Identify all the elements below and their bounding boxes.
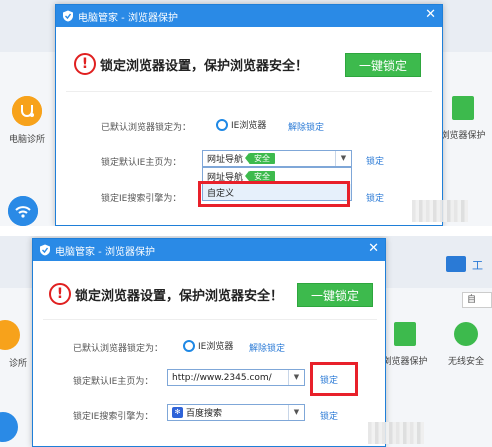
browser-protect-dialog: 电脑管家 - 浏览器保护 ✕ ! 锁定浏览器设置，保护浏览器安全！ 一键锁定 已… xyxy=(32,238,386,447)
ie-icon xyxy=(183,339,195,352)
watermark-mosaic xyxy=(368,422,424,444)
wireless-icon xyxy=(454,322,478,346)
headline-text: 锁定浏览器设置，保护浏览器安全！ xyxy=(75,288,284,304)
ie-browser-text: IE浏览器 xyxy=(198,342,234,352)
shield-logo-icon xyxy=(63,10,73,22)
headline-text: 锁定浏览器设置，保护浏览器安全！ xyxy=(100,58,309,74)
shield-logo-icon xyxy=(40,244,50,256)
divider xyxy=(43,319,377,320)
homepage-label: 锁定默认IE主页为： xyxy=(73,377,154,387)
toolbox-icon[interactable] xyxy=(446,256,466,272)
bg-tile-diagnosis[interactable]: 诊所 xyxy=(0,320,36,369)
top-screenshot-panel: 电脑诊所 浏览器保护 电脑管家 - 浏览器保护 ✕ ! 锁定浏览器设置，保护浏览… xyxy=(0,0,492,226)
default-browser-value: IE浏览器 xyxy=(216,118,266,131)
bg-tile-wifi[interactable] xyxy=(0,412,20,447)
default-browser-label: 已默认浏览器锁定为： xyxy=(101,123,192,133)
dialog-title: 电脑管家 - 浏览器保护 xyxy=(55,246,155,258)
search-lock-link[interactable]: 锁定 xyxy=(366,191,384,204)
bg-tile-label: 浏览器保护 xyxy=(382,357,428,367)
ie-icon xyxy=(216,118,228,131)
safe-badge: 安全 xyxy=(245,170,276,182)
browser-protect-icon xyxy=(452,96,474,120)
bg-tile-wifi[interactable] xyxy=(8,196,38,226)
warning-icon: ! xyxy=(49,283,71,305)
search-engine-label: 锁定IE搜索引擎为： xyxy=(73,412,154,422)
bg-tile-browser-protect[interactable]: 浏览器保护 xyxy=(378,322,432,367)
browser-protect-icon xyxy=(394,322,416,346)
homepage-select[interactable]: 网址导航 安全 ▼ xyxy=(202,150,352,167)
homepage-input-value: http://www.2345.com/ xyxy=(172,372,272,383)
one-click-lock-button[interactable]: 一键锁定 xyxy=(345,53,421,77)
stethoscope-icon xyxy=(12,96,42,126)
bg-tile-label: 诊所 xyxy=(8,359,27,369)
bg-tile-wireless[interactable]: 无线安全 xyxy=(440,322,492,367)
stethoscope-icon xyxy=(0,320,20,350)
panel-gap xyxy=(0,226,492,236)
dialog-titlebar[interactable]: 电脑管家 - 浏览器保护 ✕ xyxy=(56,5,442,27)
wifi-icon xyxy=(0,412,18,442)
homepage-label: 锁定默认IE主页为： xyxy=(101,158,182,168)
search-engine-label: 锁定IE搜索引擎为： xyxy=(101,194,182,204)
ie-browser-text: IE浏览器 xyxy=(231,121,267,131)
warning-icon: ! xyxy=(74,53,96,75)
bg-tile-label: 浏览器保护 xyxy=(440,131,486,141)
dialog-titlebar[interactable]: 电脑管家 - 浏览器保护 ✕ xyxy=(33,239,385,261)
headline: ! 锁定浏览器设置，保护浏览器安全！ xyxy=(74,53,308,75)
unlock-link[interactable]: 解除锁定 xyxy=(288,120,324,133)
bottom-screenshot-panel: 诊所 工 自 浏览器保护 无线安全 电脑管家 - 浏览器保护 ✕ ! 锁定浏览器… xyxy=(0,236,492,447)
homepage-lock-link[interactable]: 锁定 xyxy=(366,154,384,167)
one-click-lock-button[interactable]: 一键锁定 xyxy=(297,283,373,307)
search-lock-link[interactable]: 锁定 xyxy=(320,409,338,422)
toolbox-label: 工 xyxy=(472,259,483,272)
dropdown-arrow-icon[interactable]: ▼ xyxy=(288,370,304,385)
bg-tile-browser-protect[interactable]: 浏览器保护 xyxy=(436,96,490,141)
highlight-box xyxy=(198,181,350,207)
dropdown-arrow-icon[interactable]: ▼ xyxy=(335,151,351,166)
headline: ! 锁定浏览器设置，保护浏览器安全！ xyxy=(49,283,283,305)
bg-tile-label: 电脑诊所 xyxy=(8,135,45,145)
search-engine-value: 百度搜索 xyxy=(186,409,223,419)
dialog-title: 电脑管家 - 浏览器保护 xyxy=(78,12,178,24)
bg-tile-diagnosis[interactable]: 电脑诊所 xyxy=(4,96,50,145)
safe-badge: 安全 xyxy=(245,153,276,164)
homepage-input[interactable]: http://www.2345.com/ ▼ xyxy=(167,369,305,386)
divider xyxy=(66,91,432,92)
close-icon[interactable]: ✕ xyxy=(425,8,436,22)
bg-tile-label: 无线安全 xyxy=(447,357,484,367)
homepage-select-value: 网址导航 xyxy=(207,155,244,165)
default-browser-value: IE浏览器 xyxy=(183,339,233,352)
unlock-link[interactable]: 解除锁定 xyxy=(249,341,285,354)
default-browser-label: 已默认浏览器锁定为： xyxy=(73,344,164,354)
watermark-mosaic xyxy=(412,200,468,222)
search-engine-select[interactable]: ✻ 百度搜索 ▼ xyxy=(167,404,305,421)
close-icon[interactable]: ✕ xyxy=(368,242,379,256)
dropdown-arrow-icon[interactable]: ▼ xyxy=(288,405,304,420)
highlight-box xyxy=(310,362,358,396)
wifi-icon xyxy=(8,196,38,226)
side-button[interactable]: 自 xyxy=(462,292,492,308)
baidu-icon: ✻ xyxy=(172,407,183,418)
